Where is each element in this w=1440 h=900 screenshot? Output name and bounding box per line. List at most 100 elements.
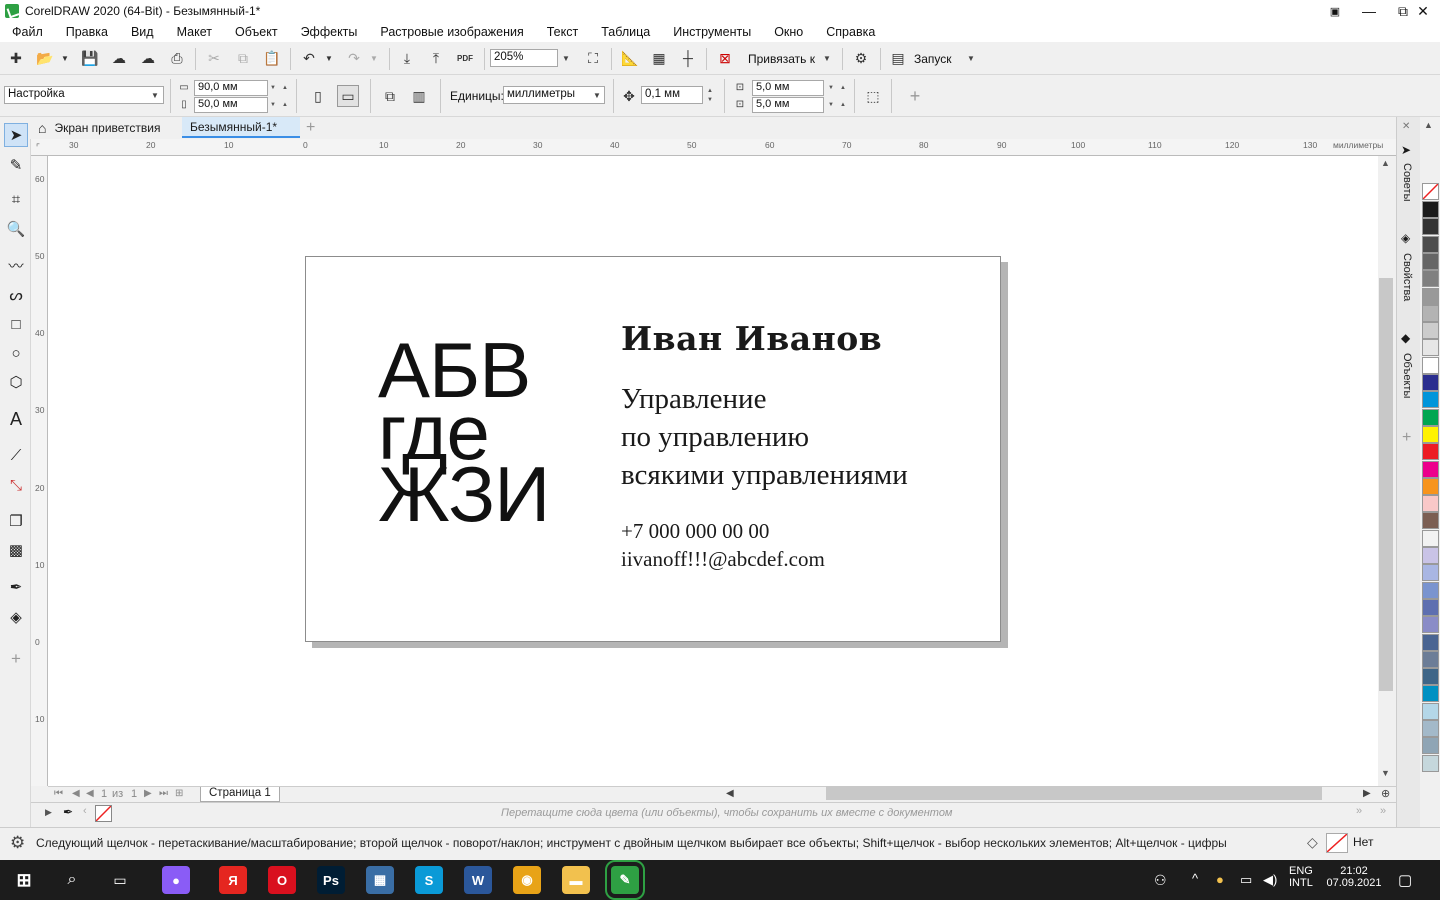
duplicate-distance-x-field[interactable]: 5,0 мм xyxy=(752,80,824,96)
customize-add-icon[interactable]: + xyxy=(904,85,926,107)
page-frame-icon[interactable]: ⬚ xyxy=(862,85,884,107)
minimize-button[interactable]: — xyxy=(1352,0,1386,22)
docker-tab-properties[interactable]: Свойства xyxy=(1401,253,1413,301)
nudge-distance-field[interactable]: 0,1 мм xyxy=(641,86,703,104)
tray-expand-icon[interactable]: ▶ xyxy=(45,807,52,818)
tray-app-icon[interactable]: ● xyxy=(1216,872,1224,887)
new-tab-button[interactable]: + xyxy=(302,117,322,138)
color-swatch[interactable] xyxy=(1422,633,1439,651)
redo-icon[interactable]: ↷ xyxy=(343,47,365,69)
color-swatch[interactable] xyxy=(1422,512,1439,530)
color-swatch[interactable] xyxy=(1422,650,1439,668)
zoom-dropdown-icon[interactable]: ▼ xyxy=(559,49,573,67)
polygon-tool-icon[interactable]: ⬡ xyxy=(4,370,28,394)
undo-dropdown-icon[interactable]: ▼ xyxy=(318,47,340,69)
rectangle-tool-icon[interactable]: □ xyxy=(4,312,28,336)
taskbar-app-chrome[interactable]: ◉ xyxy=(513,866,541,894)
interactive-fill-tool-icon[interactable]: ◈ xyxy=(4,605,28,629)
search-icon[interactable]: ⌕ xyxy=(58,866,86,894)
horizontal-scroll-thumb[interactable] xyxy=(826,786,1322,800)
undo-icon[interactable]: ↶ xyxy=(298,47,320,69)
transparency-tool-icon[interactable]: ▩ xyxy=(4,538,28,562)
page-tab[interactable]: Страница 1 xyxy=(200,787,280,802)
page-width-field[interactable]: 90,0 мм xyxy=(194,80,268,96)
status-settings-icon[interactable]: ⚙ xyxy=(10,833,25,853)
previous-page-icon[interactable]: ◀ xyxy=(86,788,94,799)
network-icon[interactable]: ▭ xyxy=(1240,872,1252,888)
palette-options-icon[interactable]: ▲ xyxy=(1424,120,1433,130)
cloud-sync-icon[interactable]: ☁ xyxy=(137,47,159,69)
duplicate-y-spinner-up[interactable]: ▲ xyxy=(838,97,848,113)
scroll-left-icon[interactable]: ◀ xyxy=(726,788,734,799)
page-height-spinner[interactable]: ▼ xyxy=(268,97,278,113)
color-swatch[interactable] xyxy=(1422,218,1439,236)
docker-add-icon[interactable]: + xyxy=(1402,429,1411,447)
person-name-text[interactable]: Иван Иванов xyxy=(621,319,882,358)
color-swatch[interactable] xyxy=(1422,598,1439,616)
page-business-card[interactable]: АБВ где ЖЗИ Иван Иванов Управление по уп… xyxy=(305,256,1001,642)
tray-expand-icon[interactable]: ^ xyxy=(1192,871,1198,886)
close-button[interactable]: ✕ xyxy=(1406,0,1440,22)
show-rulers-icon[interactable]: 📐 xyxy=(619,47,641,69)
taskbar-app-yandex[interactable]: Я xyxy=(219,866,247,894)
taskbar-app-word[interactable]: W xyxy=(464,866,492,894)
taskbar-app-explorer[interactable]: ▬ xyxy=(562,866,590,894)
shape-tool-icon[interactable]: ✎ xyxy=(4,153,28,177)
duplicate-distance-y-field[interactable]: 5,0 мм xyxy=(752,97,824,113)
taskbar-app-skype[interactable]: S xyxy=(415,866,443,894)
page-width-spinner-up[interactable]: ▲ xyxy=(280,80,290,96)
color-swatch[interactable] xyxy=(1422,529,1439,547)
vertical-ruler[interactable]: 60 50 40 30 20 10 0 10 xyxy=(31,156,48,786)
page-width-spinner[interactable]: ▼ xyxy=(268,80,278,96)
menu-window[interactable]: Окно xyxy=(774,25,803,39)
add-tool-icon[interactable]: + xyxy=(4,647,28,671)
menu-tools[interactable]: Инструменты xyxy=(673,25,751,39)
duplicate-x-spinner[interactable]: ▼ xyxy=(826,80,836,96)
show-guidelines-icon[interactable]: ┼ xyxy=(677,47,699,69)
vertical-scroll-thumb[interactable] xyxy=(1379,278,1393,691)
open-dropdown-icon[interactable]: ▼ xyxy=(54,47,76,69)
taskbar-app-viewer[interactable]: ▦ xyxy=(366,866,394,894)
color-swatch[interactable] xyxy=(1422,495,1439,513)
cloud-upload-icon[interactable]: ☁ xyxy=(108,47,130,69)
zoom-tool-icon[interactable]: 🔍 xyxy=(4,217,28,241)
start-windows-icon[interactable]: ⊞ xyxy=(10,866,38,894)
color-swatch[interactable] xyxy=(1422,425,1439,443)
landscape-icon[interactable]: ▭ xyxy=(337,85,359,107)
color-swatch[interactable] xyxy=(1422,235,1439,253)
color-swatch[interactable] xyxy=(1422,374,1439,391)
docker-tab-objects[interactable]: Объекты xyxy=(1401,353,1413,398)
people-icon[interactable]: ⚇ xyxy=(1154,872,1167,889)
last-page-icon[interactable]: ⏭ xyxy=(159,788,168,799)
snap-to-label[interactable]: Привязать к xyxy=(748,52,815,66)
docker-tab-hints[interactable]: Советы xyxy=(1401,163,1413,201)
color-swatch[interactable] xyxy=(1422,304,1439,322)
menu-layout[interactable]: Макет xyxy=(177,25,212,39)
tray-eyedropper-icon[interactable]: ✒ xyxy=(63,805,73,819)
menu-view[interactable]: Вид xyxy=(131,25,154,39)
next-page-icon[interactable]: ▶ xyxy=(144,788,152,799)
color-swatch[interactable] xyxy=(1422,668,1439,686)
paste-icon[interactable]: 📋 xyxy=(261,47,283,69)
menu-table[interactable]: Таблица xyxy=(601,25,650,39)
save-icon[interactable]: 💾 xyxy=(79,47,101,69)
preset-dropdown-icon[interactable]: ▼ xyxy=(148,86,162,104)
color-swatch[interactable] xyxy=(1422,287,1439,305)
color-swatch[interactable] xyxy=(1422,460,1439,478)
color-swatch[interactable] xyxy=(1422,322,1439,340)
duplicate-x-spinner-up[interactable]: ▲ xyxy=(838,80,848,96)
color-swatch[interactable] xyxy=(1422,252,1439,270)
color-swatch[interactable] xyxy=(1422,477,1439,495)
copy-icon[interactable]: ⧉ xyxy=(232,47,254,69)
export-icon[interactable]: ⤒ xyxy=(425,47,447,69)
account-icon[interactable]: ▣ xyxy=(1318,0,1352,22)
artistic-media-tool-icon[interactable]: ᔕ xyxy=(4,283,28,307)
redo-dropdown-icon[interactable]: ▼ xyxy=(363,47,385,69)
fill-color-none-swatch[interactable] xyxy=(1326,833,1348,853)
tray-scroll-right-icon[interactable]: » xyxy=(1356,805,1362,817)
snap-dropdown-icon[interactable]: ▼ xyxy=(820,49,834,67)
tray-more-icon[interactable]: » xyxy=(1380,805,1386,817)
full-screen-preview-icon[interactable]: ⛶ xyxy=(582,47,604,69)
docker-close-icon[interactable]: ✕ xyxy=(1402,121,1410,132)
drop-shadow-tool-icon[interactable]: ❐ xyxy=(4,509,28,533)
